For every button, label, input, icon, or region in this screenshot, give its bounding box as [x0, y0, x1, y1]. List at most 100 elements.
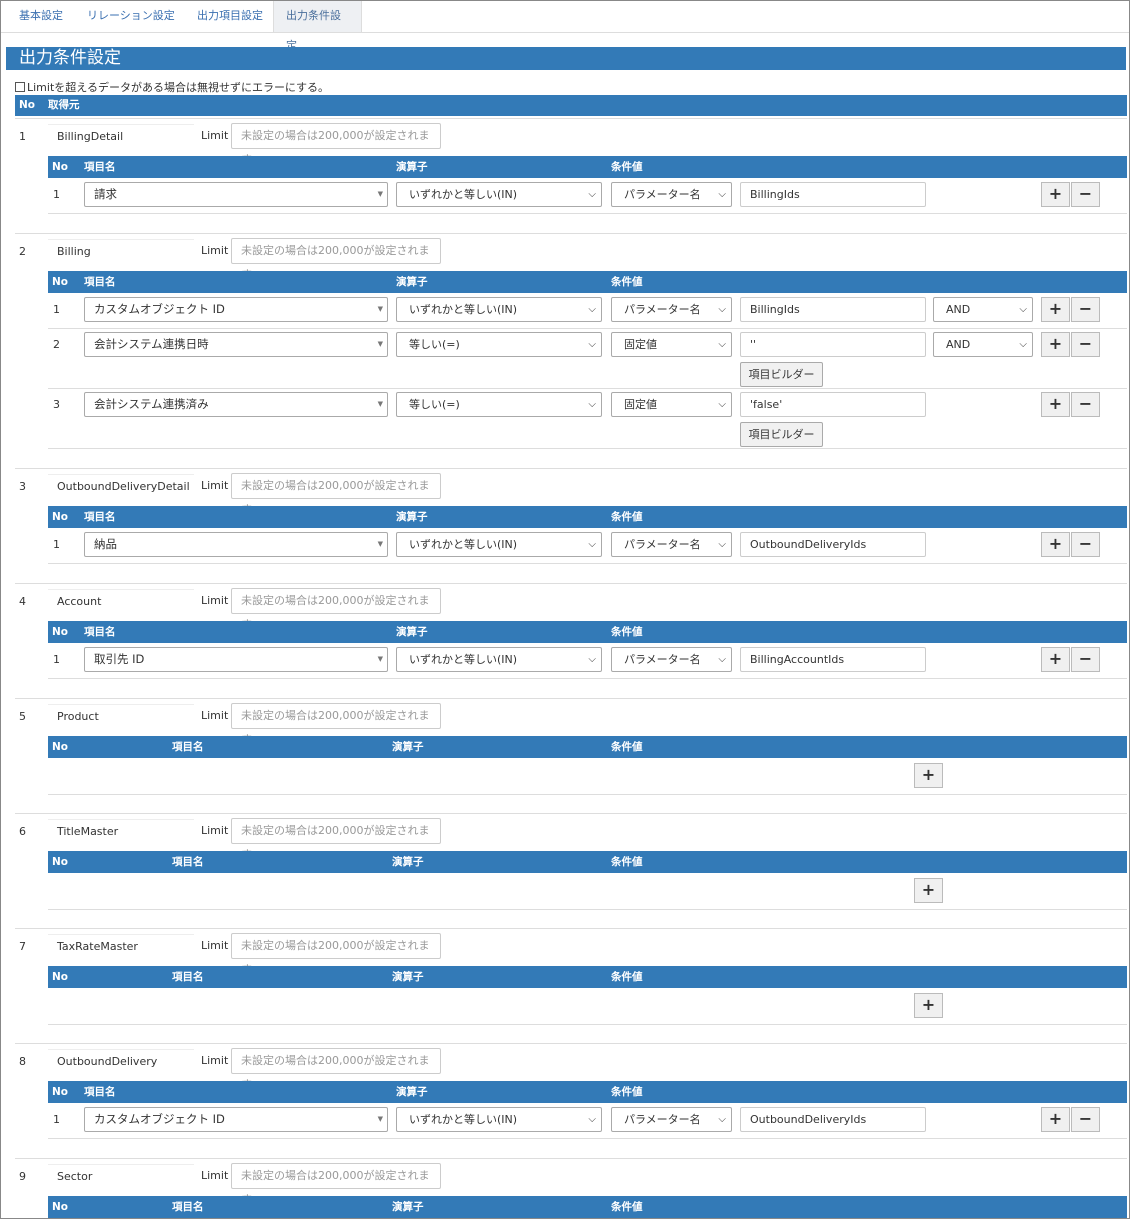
field-combobox[interactable]: 取引先 ID ▼: [84, 647, 388, 672]
value-type-select[interactable]: 固定値 ⌵: [611, 332, 732, 357]
operator-select[interactable]: いずれかと等しい(IN) ⌵: [396, 1107, 602, 1132]
remove-condition-button[interactable]: −: [1071, 392, 1100, 417]
operator-select[interactable]: いずれかと等しい(IN) ⌵: [396, 532, 602, 557]
chevron-down-icon: ⌵: [588, 304, 596, 315]
limit-error-checkbox[interactable]: [15, 82, 25, 92]
limit-input[interactable]: 未設定の場合は200,000が設定されます。: [231, 1163, 441, 1206]
limit-input[interactable]: 未設定の場合は200,000が設定されます。: [231, 238, 441, 281]
operator-select[interactable]: 等しい(=) ⌵: [396, 392, 602, 417]
field-name: 会計システム連携日時: [94, 337, 209, 351]
operator-value: いずれかと等しい(IN): [409, 1113, 518, 1126]
chevron-down-icon: ⌵: [718, 399, 726, 410]
remove-condition-button[interactable]: −: [1071, 647, 1100, 672]
chevron-down-icon: ⌵: [718, 189, 726, 200]
operator-select[interactable]: 等しい(=) ⌵: [396, 332, 602, 357]
condition-value-input[interactable]: '': [740, 332, 926, 357]
limit-input[interactable]: 未設定の場合は200,000が設定されます。: [231, 123, 441, 166]
connector-select[interactable]: AND ⌵: [933, 332, 1033, 357]
field-combobox[interactable]: 納品 ▼: [84, 532, 388, 557]
value-type-select[interactable]: パラメーター名 ⌵: [611, 532, 732, 557]
header-no: No: [52, 276, 69, 288]
condition-number: 1: [53, 653, 60, 666]
limit-error-option[interactable]: Limitを超えるデータがある場合は無視せずにエラーにする。: [15, 79, 329, 95]
value-type-select[interactable]: パラメーター名 ⌵: [611, 297, 732, 322]
limit-input[interactable]: 未設定の場合は200,000が設定されます。: [231, 818, 441, 861]
remove-condition-button[interactable]: −: [1071, 1107, 1100, 1132]
header-operator: 演算子: [392, 1201, 424, 1213]
chevron-down-icon: ⌵: [1019, 304, 1027, 315]
conditions-header: No 項目名 演算子 条件値: [48, 156, 1127, 178]
operator-select[interactable]: いずれかと等しい(IN) ⌵: [396, 647, 602, 672]
source-name: OutboundDelivery: [48, 1049, 194, 1071]
chevron-down-icon: ⌵: [588, 339, 596, 350]
chevron-down-icon: ⌵: [588, 399, 596, 410]
add-condition-button[interactable]: +: [914, 878, 943, 903]
header-no: No: [52, 626, 69, 638]
remove-condition-button[interactable]: −: [1071, 532, 1100, 557]
field-combobox[interactable]: カスタムオブジェクト ID ▼: [84, 297, 388, 322]
add-condition-button[interactable]: +: [1041, 392, 1070, 417]
header-operator: 演算子: [396, 511, 428, 523]
condition-row: 1 カスタムオブジェクト ID ▼ いずれかと等しい(IN) ⌵ パラメーター名 ⌵ Outb…: [48, 1103, 1127, 1139]
source-name: TaxRateMaster: [48, 934, 194, 956]
limit-input[interactable]: 未設定の場合は200,000が設定されます。: [231, 588, 441, 631]
limit-input[interactable]: 未設定の場合は200,000が設定されます。: [231, 473, 441, 516]
header-value: 条件値: [611, 626, 643, 638]
header-value: 条件値: [611, 971, 643, 983]
remove-condition-button[interactable]: −: [1071, 182, 1100, 207]
tab-basic-settings[interactable]: 基本設定: [7, 1, 75, 32]
header-no: No: [19, 99, 36, 111]
limit-input[interactable]: 未設定の場合は200,000が設定されます。: [231, 703, 441, 746]
add-condition-button[interactable]: +: [1041, 182, 1070, 207]
caret-down-icon: ▼: [377, 540, 383, 548]
condition-value-input[interactable]: BillingIds: [740, 297, 926, 322]
remove-condition-button[interactable]: −: [1071, 297, 1100, 322]
condition-value-input[interactable]: OutboundDeliveryIds: [740, 1107, 926, 1132]
add-condition-button[interactable]: +: [1041, 332, 1070, 357]
field-combobox[interactable]: 請求 ▼: [84, 182, 388, 207]
add-condition-button[interactable]: +: [1041, 532, 1070, 557]
header-value: 条件値: [611, 276, 643, 288]
add-condition-button[interactable]: +: [1041, 647, 1070, 672]
caret-down-icon: ▼: [377, 305, 383, 313]
minus-icon: −: [1078, 299, 1093, 318]
remove-condition-button[interactable]: −: [1071, 332, 1100, 357]
source-name: Account: [48, 589, 194, 611]
caret-down-icon: ▼: [377, 400, 383, 408]
condition-value-input[interactable]: BillingAccountIds: [740, 647, 926, 672]
tab-output-fields[interactable]: 出力項目設定: [185, 1, 275, 32]
section-number: 2: [19, 245, 26, 258]
tab-relation-settings[interactable]: リレーション設定: [75, 1, 187, 32]
connector-select[interactable]: AND ⌵: [933, 297, 1033, 322]
field-builder-button[interactable]: 項目ビルダー: [740, 362, 823, 387]
header-no: No: [52, 741, 69, 753]
field-combobox[interactable]: カスタムオブジェクト ID ▼: [84, 1107, 388, 1132]
field-builder-button[interactable]: 項目ビルダー: [740, 422, 823, 447]
limit-input[interactable]: 未設定の場合は200,000が設定されます。: [231, 1048, 441, 1091]
value-type-select[interactable]: パラメーター名 ⌵: [611, 1107, 732, 1132]
limit-input[interactable]: 未設定の場合は200,000が設定されます。: [231, 933, 441, 976]
field-combobox[interactable]: 会計システム連携済み ▼: [84, 392, 388, 417]
plus-icon: +: [1048, 394, 1063, 413]
field-combobox[interactable]: 会計システム連携日時 ▼: [84, 332, 388, 357]
condition-value-input[interactable]: 'false': [740, 392, 926, 417]
add-condition-button[interactable]: +: [1041, 297, 1070, 322]
minus-icon: −: [1078, 1109, 1093, 1128]
value-type: パラメーター名: [624, 538, 701, 551]
condition-value-input[interactable]: BillingIds: [740, 182, 926, 207]
value-type-select[interactable]: パラメーター名 ⌵: [611, 182, 732, 207]
tab-output-conditions[interactable]: 出力条件設定: [273, 1, 362, 52]
chevron-down-icon: ⌵: [588, 654, 596, 665]
limit-error-label: Limitを超えるデータがある場合は無視せずにエラーにする。: [27, 81, 330, 94]
value-type-select[interactable]: パラメーター名 ⌵: [611, 647, 732, 672]
add-condition-button[interactable]: +: [914, 993, 943, 1018]
condition-value-input[interactable]: OutboundDeliveryIds: [740, 532, 926, 557]
chevron-down-icon: ⌵: [588, 189, 596, 200]
operator-select[interactable]: いずれかと等しい(IN) ⌵: [396, 297, 602, 322]
section-divider: [15, 583, 1127, 584]
operator-select[interactable]: いずれかと等しい(IN) ⌵: [396, 182, 602, 207]
header-field: 項目名: [172, 856, 204, 868]
add-condition-button[interactable]: +: [1041, 1107, 1070, 1132]
value-type-select[interactable]: 固定値 ⌵: [611, 392, 732, 417]
add-condition-button[interactable]: +: [914, 763, 943, 788]
